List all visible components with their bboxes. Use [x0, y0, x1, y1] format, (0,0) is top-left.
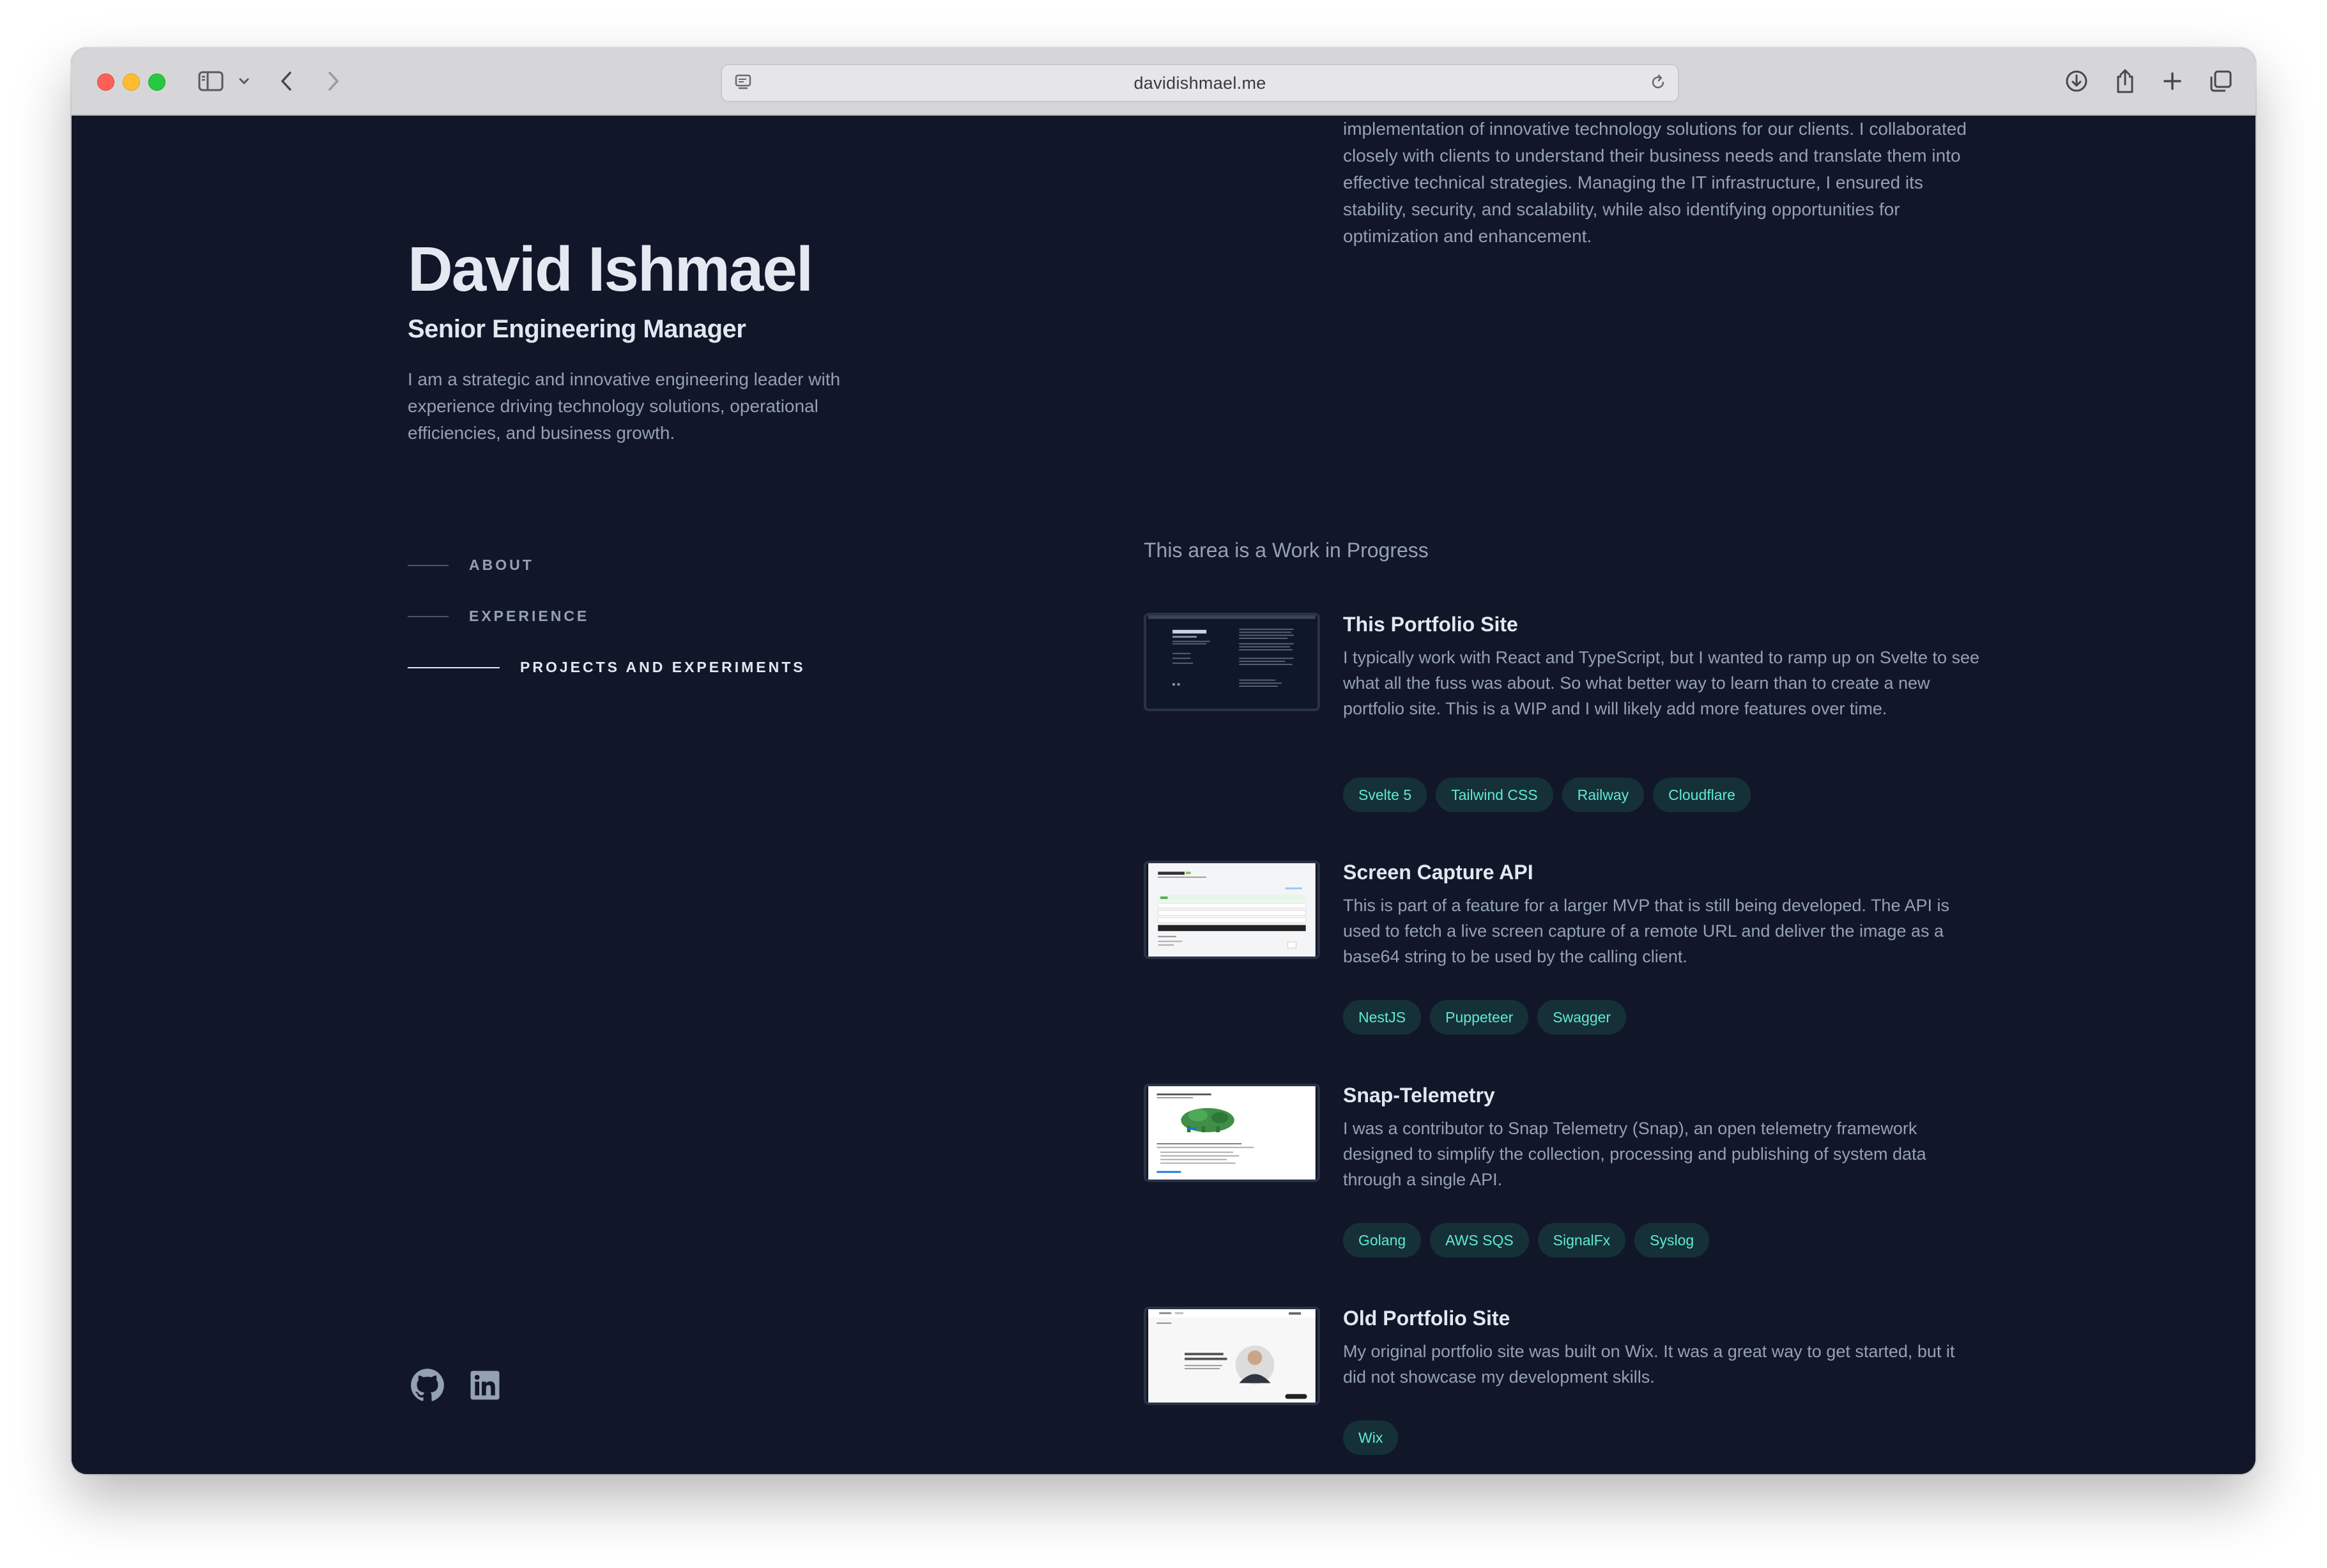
- nav-indicator-line: [408, 666, 500, 668]
- project-description: I was a contributor to Snap Telemetry (S…: [1343, 1119, 1926, 1189]
- sidebar-toggle-icon[interactable]: [196, 66, 226, 96]
- project-title[interactable]: Old Portfolio Site: [1343, 1307, 1510, 1330]
- tech-tag: Swagger: [1537, 1000, 1627, 1034]
- portfolio-thumbnail-image: [1148, 615, 1316, 709]
- browser-toolbar: davidishmael.me: [72, 48, 2255, 116]
- reload-icon[interactable]: [1648, 73, 1668, 95]
- page-settings-icon[interactable]: [733, 73, 753, 95]
- snap-telemetry-thumbnail-image: [1148, 1086, 1316, 1180]
- project-thumbnail: [1144, 861, 1320, 959]
- tech-tag: Puppeteer: [1430, 1000, 1529, 1034]
- screen-capture-thumbnail-image: [1148, 863, 1316, 957]
- nav-label: EXPERIENCE: [469, 608, 590, 624]
- project-thumbnail: [1144, 1307, 1320, 1405]
- project-description: My original portfolio site was built on …: [1343, 1342, 1955, 1387]
- github-icon: [411, 1369, 444, 1401]
- profile-role: Senior Engineering Manager: [408, 315, 746, 343]
- tech-tag: NestJS: [1343, 1000, 1422, 1034]
- tech-tag: Wix: [1343, 1420, 1399, 1455]
- nav-indicator-line: [408, 615, 449, 617]
- page-content: David Ishmael Senior Engineering Manager…: [72, 116, 2255, 1474]
- social-links: [410, 1368, 502, 1403]
- project-tags: Golang AWS SQS SignalFx Syslog: [1343, 1223, 1710, 1257]
- nav-item-about[interactable]: ABOUT: [408, 557, 534, 574]
- tab-overview-icon[interactable]: [2206, 66, 2236, 96]
- tech-tag: Railway: [1562, 778, 1645, 812]
- tech-tag: AWS SQS: [1430, 1223, 1529, 1257]
- forward-icon[interactable]: [321, 66, 346, 96]
- new-tab-icon[interactable]: [2157, 66, 2188, 96]
- project-thumbnail: [1144, 1084, 1320, 1182]
- address-bar[interactable]: davidishmael.me: [721, 64, 1679, 102]
- project-thumbnail: [1144, 613, 1320, 711]
- browser-window: davidishmael.me David Ishmael Senior Eng…: [72, 48, 2255, 1474]
- tech-tag: Syslog: [1634, 1223, 1710, 1257]
- close-window-button[interactable]: [97, 73, 114, 91]
- url-text: davidishmael.me: [1133, 73, 1266, 93]
- linkedin-link[interactable]: [468, 1368, 502, 1403]
- linkedin-icon: [470, 1371, 500, 1400]
- profile-intro: I am a strategic and innovative engineer…: [408, 369, 841, 443]
- tech-tag: Svelte 5: [1343, 778, 1427, 812]
- tech-tag: Cloudflare: [1653, 778, 1751, 812]
- project-title[interactable]: This Portfolio Site: [1343, 613, 1518, 636]
- nav-label: ABOUT: [469, 557, 534, 573]
- project-tags: NestJS Puppeteer Swagger: [1343, 1000, 1627, 1034]
- downloads-icon[interactable]: [2061, 66, 2092, 96]
- tech-tag: Golang: [1343, 1223, 1422, 1257]
- tech-tag: Tailwind CSS: [1436, 778, 1553, 812]
- project-title[interactable]: Snap-Telemetry: [1343, 1084, 1495, 1107]
- project-description: I typically work with React and TypeScri…: [1343, 648, 1980, 718]
- wip-note: This area is a Work in Progress: [1144, 539, 1429, 562]
- chevron-down-icon[interactable]: [235, 66, 253, 96]
- nav-indicator-line: [408, 564, 449, 566]
- share-icon[interactable]: [2110, 66, 2140, 96]
- experience-description: engineers, analysts, and technicians, I …: [1343, 119, 1967, 246]
- project-tags: Wix: [1343, 1420, 1399, 1455]
- zoom-window-button[interactable]: [148, 73, 165, 91]
- old-portfolio-thumbnail-image: [1148, 1309, 1316, 1403]
- nav-item-projects[interactable]: PROJECTS AND EXPERIMENTS: [408, 659, 806, 676]
- profile-name: David Ishmael: [408, 234, 813, 304]
- project-title[interactable]: Screen Capture API: [1343, 861, 1533, 884]
- nav-item-experience[interactable]: EXPERIENCE: [408, 608, 589, 625]
- back-icon[interactable]: [273, 66, 299, 96]
- project-tags: Svelte 5 Tailwind CSS Railway Cloudflare: [1343, 778, 1751, 812]
- nav-label: PROJECTS AND EXPERIMENTS: [520, 659, 806, 675]
- tech-tag: SignalFx: [1537, 1223, 1626, 1257]
- minimize-window-button[interactable]: [123, 73, 140, 91]
- github-link[interactable]: [410, 1368, 445, 1403]
- project-description: This is part of a feature for a larger M…: [1343, 896, 1949, 966]
